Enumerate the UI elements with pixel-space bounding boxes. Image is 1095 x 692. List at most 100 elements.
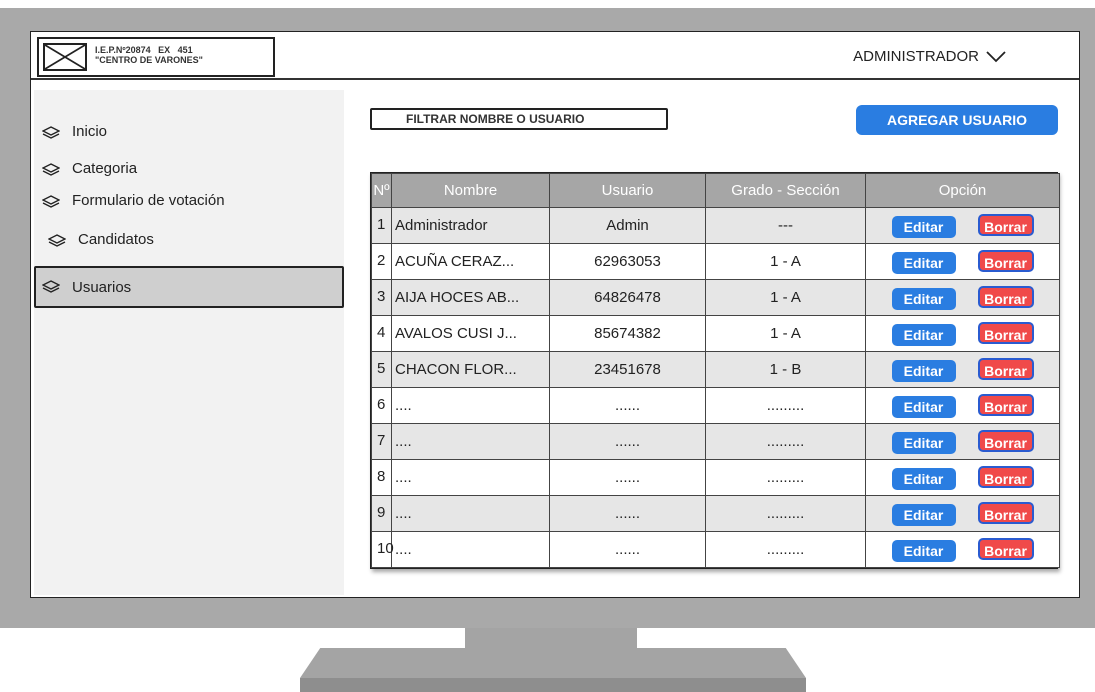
cell-usuario: 85674382 (549, 315, 706, 352)
table-row: 1 Administrador Admin --- Editar Borrar (371, 207, 1060, 244)
cell-opcion: Editar Borrar (865, 207, 1060, 244)
table-row: 5 CHACON FLOR... 23451678 1 - B Editar Borrar (371, 351, 1060, 388)
cell-num: 6 (371, 387, 392, 424)
cell-grado: --- (705, 207, 866, 244)
logo-line-1: I.E.P.Nº20874 EX 451 (95, 45, 193, 55)
sidebar-item-categoria[interactable]: Categoria (42, 160, 137, 177)
cell-grado: ......... (705, 387, 866, 424)
layers-icon (48, 234, 66, 247)
layers-icon (42, 163, 60, 176)
cell-usuario: ...... (549, 495, 706, 532)
table-row: 7................... Editar Borrar (371, 423, 1060, 460)
cell-num: 1 (371, 207, 392, 244)
cell-num: 10 (371, 531, 394, 568)
sidebar-item-label: Usuarios (72, 278, 132, 296)
add-user-button[interactable]: AGREGAR USUARIO (856, 105, 1058, 135)
table-header-row: Nº Nombre Usuario Grado - Sección Opción (371, 173, 1060, 208)
cell-grado: 1 - A (705, 279, 866, 316)
cell-nombre: ACUÑA CERAZ... (391, 243, 550, 280)
edit-button[interactable]: Editar (891, 323, 956, 346)
cell-grado: ......... (705, 495, 866, 532)
user-menu[interactable]: ADMINISTRADOR (853, 48, 1007, 65)
table-row: 3 AIJA HOCES AB... 64826478 1 - A Editar Borr… (371, 279, 1060, 316)
delete-button[interactable]: Borrar (977, 249, 1034, 272)
layers-icon (42, 195, 60, 208)
cell-num: 3 (371, 279, 392, 316)
main-content: FILTRAR NOMBRE O USUARIO AGREGAR USUARIO… (356, 90, 1078, 595)
cell-nombre: CHACON FLOR... (391, 351, 550, 388)
delete-button[interactable]: Borrar (977, 465, 1034, 488)
cell-nombre: AVALOS CUSI J... (391, 315, 550, 352)
cell-usuario: ...... (549, 459, 706, 496)
cell-grado: ......... (705, 459, 866, 496)
cell-num: 2 (371, 243, 392, 280)
cell-opcion: Editar Borrar (865, 423, 1060, 460)
delete-button[interactable]: Borrar (977, 213, 1034, 236)
cell-grado: ......... (705, 531, 866, 568)
cell-num: 9 (371, 495, 392, 532)
filter-input[interactable]: FILTRAR NOMBRE O USUARIO (370, 108, 668, 130)
cell-opcion: Editar Borrar (865, 351, 1060, 388)
column-header-opcion: Opción (865, 173, 1060, 208)
screen: I.E.P.Nº20874 EX 451 "CENTRO DE VARONES"… (30, 31, 1080, 598)
cell-nombre: .... (391, 459, 550, 496)
delete-button[interactable]: Borrar (977, 501, 1034, 524)
cell-opcion: Editar Borrar (865, 459, 1060, 496)
column-header-grado: Grado - Sección (705, 173, 866, 208)
edit-button[interactable]: Editar (891, 215, 956, 238)
cell-opcion: Editar Borrar (865, 315, 1060, 352)
edit-button[interactable]: Editar (891, 539, 956, 562)
cell-usuario: Admin (549, 207, 706, 244)
sidebar-item-candidatos[interactable]: Candidatos (48, 231, 154, 248)
edit-button[interactable]: Editar (891, 467, 956, 490)
cell-usuario: ...... (549, 531, 706, 568)
table-row: 10................... Editar Borrar (371, 531, 1060, 568)
logo-placeholder-icon (43, 43, 87, 71)
delete-button[interactable]: Borrar (977, 357, 1034, 380)
edit-button[interactable]: Editar (891, 503, 956, 526)
layers-icon (42, 280, 60, 293)
column-header-usuario: Usuario (549, 173, 706, 208)
sidebar-item-label: Candidatos (78, 231, 154, 248)
monitor-stand-base (300, 648, 806, 678)
cell-usuario: 62963053 (549, 243, 706, 280)
delete-button[interactable]: Borrar (977, 537, 1034, 560)
cell-nombre: .... (391, 387, 550, 424)
edit-button[interactable]: Editar (891, 431, 956, 454)
edit-button[interactable]: Editar (891, 287, 956, 310)
delete-button[interactable]: Borrar (977, 429, 1034, 452)
table-row: 9................... Editar Borrar (371, 495, 1060, 532)
delete-button[interactable]: Borrar (977, 393, 1034, 416)
edit-button[interactable]: Editar (891, 251, 956, 274)
cell-usuario: ...... (549, 423, 706, 460)
cell-grado: 1 - A (705, 315, 866, 352)
cell-grado: 1 - B (705, 351, 866, 388)
cell-num: 4 (371, 315, 392, 352)
monitor-stand-foot (300, 678, 806, 692)
cell-usuario: 23451678 (549, 351, 706, 388)
cell-opcion: Editar Borrar (865, 387, 1060, 424)
column-header-num: Nº (371, 173, 392, 208)
sidebar: Inicio Categoria Formulario de votación … (34, 90, 344, 595)
users-table: Nº Nombre Usuario Grado - Sección Opción… (370, 172, 1060, 569)
table-row: 6................... Editar Borrar (371, 387, 1060, 424)
cell-opcion: Editar Borrar (865, 531, 1060, 568)
sidebar-item-label: Categoria (72, 160, 138, 177)
top-bar: I.E.P.Nº20874 EX 451 "CENTRO DE VARONES"… (31, 32, 1079, 80)
cell-nombre: .... (391, 423, 550, 460)
edit-button[interactable]: Editar (891, 395, 956, 418)
sidebar-item-usuarios[interactable]: Usuarios (34, 266, 344, 308)
edit-button[interactable]: Editar (891, 359, 956, 382)
sidebar-item-formulario[interactable]: Formulario de votación (42, 192, 225, 209)
table-row: 2 ACUÑA CERAZ... 62963053 1 - A Editar Borrar (371, 243, 1060, 280)
user-menu-label: ADMINISTRADOR (853, 48, 979, 65)
delete-button[interactable]: Borrar (977, 321, 1034, 344)
table-row: 4 AVALOS CUSI J... 85674382 1 - A Editar Borr… (371, 315, 1060, 352)
cell-usuario: 64826478 (549, 279, 706, 316)
cell-opcion: Editar Borrar (865, 495, 1060, 532)
monitor-frame: I.E.P.Nº20874 EX 451 "CENTRO DE VARONES"… (0, 8, 1095, 628)
cell-nombre: AIJA HOCES AB... (391, 279, 550, 316)
delete-button[interactable]: Borrar (977, 285, 1034, 308)
cell-num: 8 (371, 459, 392, 496)
sidebar-item-inicio[interactable]: Inicio (42, 123, 107, 140)
